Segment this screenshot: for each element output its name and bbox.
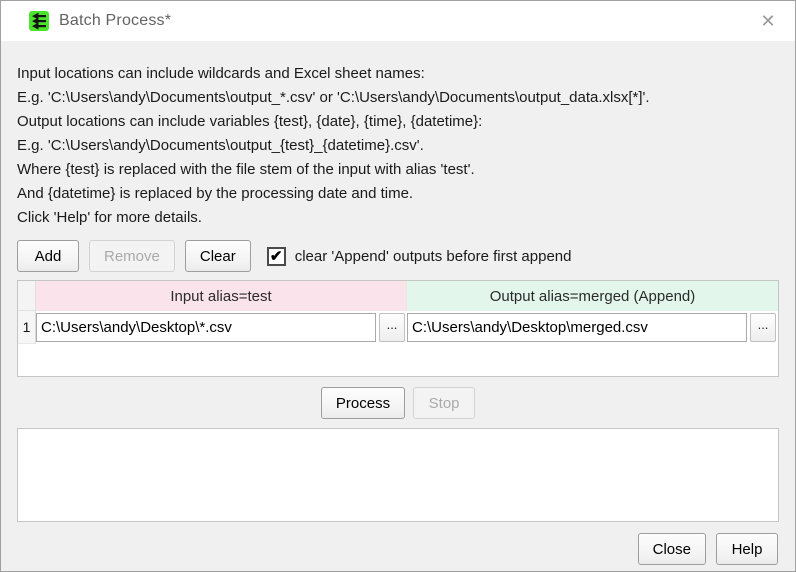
output-location-cell: ... xyxy=(407,311,778,344)
stop-button[interactable]: Stop xyxy=(413,387,475,419)
window-title: Batch Process* xyxy=(59,12,171,30)
instruction-line: Output locations can include variables {… xyxy=(17,110,779,134)
instruction-line: Where {test} is replaced with the file s… xyxy=(17,158,779,182)
clear-append-checkbox[interactable]: ✔ xyxy=(267,247,286,266)
output-location-field[interactable] xyxy=(407,313,747,342)
process-button[interactable]: Process xyxy=(321,387,405,419)
instruction-line: E.g. 'C:\Users\andy\Documents\output_{te… xyxy=(17,134,779,158)
clear-button[interactable]: Clear xyxy=(185,240,251,272)
table-empty-area xyxy=(18,344,778,376)
close-button[interactable]: Close xyxy=(638,533,706,565)
output-browse-button[interactable]: ... xyxy=(750,313,776,342)
batch-process-dialog: Batch Process* ✕ Input locations can inc… xyxy=(0,0,796,572)
instructions-block: Input locations can include wildcards an… xyxy=(1,41,795,236)
instruction-line: E.g. 'C:\Users\andy\Documents\output_*.c… xyxy=(17,86,779,110)
row-number[interactable]: 1 xyxy=(18,311,36,344)
clear-append-checkbox-group: ✔ clear 'Append' outputs before first ap… xyxy=(267,247,572,266)
input-location-field[interactable] xyxy=(36,313,376,342)
input-browse-button[interactable]: ... xyxy=(379,313,405,342)
table-header-row: Input alias=test Output alias=merged (Ap… xyxy=(18,281,778,311)
clear-append-checkbox-label: clear 'Append' outputs before first appe… xyxy=(295,248,572,265)
close-icon[interactable]: ✕ xyxy=(753,6,783,36)
help-button[interactable]: Help xyxy=(716,533,778,565)
instruction-line: And {datetime} is replaced by the proces… xyxy=(17,182,779,206)
add-button[interactable]: Add xyxy=(17,240,79,272)
table-row: 1 ... ... xyxy=(18,311,778,344)
footer: Close Help xyxy=(1,522,795,565)
toolbar: Add Remove Clear ✔ clear 'Append' output… xyxy=(1,236,795,272)
input-column-header[interactable]: Input alias=test xyxy=(36,281,407,311)
process-actions: Process Stop xyxy=(1,377,795,419)
titlebar: Batch Process* ✕ xyxy=(1,1,795,41)
output-column-header[interactable]: Output alias=merged (Append) xyxy=(407,281,778,311)
app-logo-icon xyxy=(29,11,49,31)
instruction-line: Input locations can include wildcards an… xyxy=(17,62,779,86)
batch-table: Input alias=test Output alias=merged (Ap… xyxy=(17,280,779,377)
log-output-area[interactable] xyxy=(17,428,779,522)
input-location-cell: ... xyxy=(36,311,407,344)
remove-button[interactable]: Remove xyxy=(89,240,175,272)
table-corner-cell xyxy=(18,281,36,311)
instruction-line: Click 'Help' for more details. xyxy=(17,206,779,230)
